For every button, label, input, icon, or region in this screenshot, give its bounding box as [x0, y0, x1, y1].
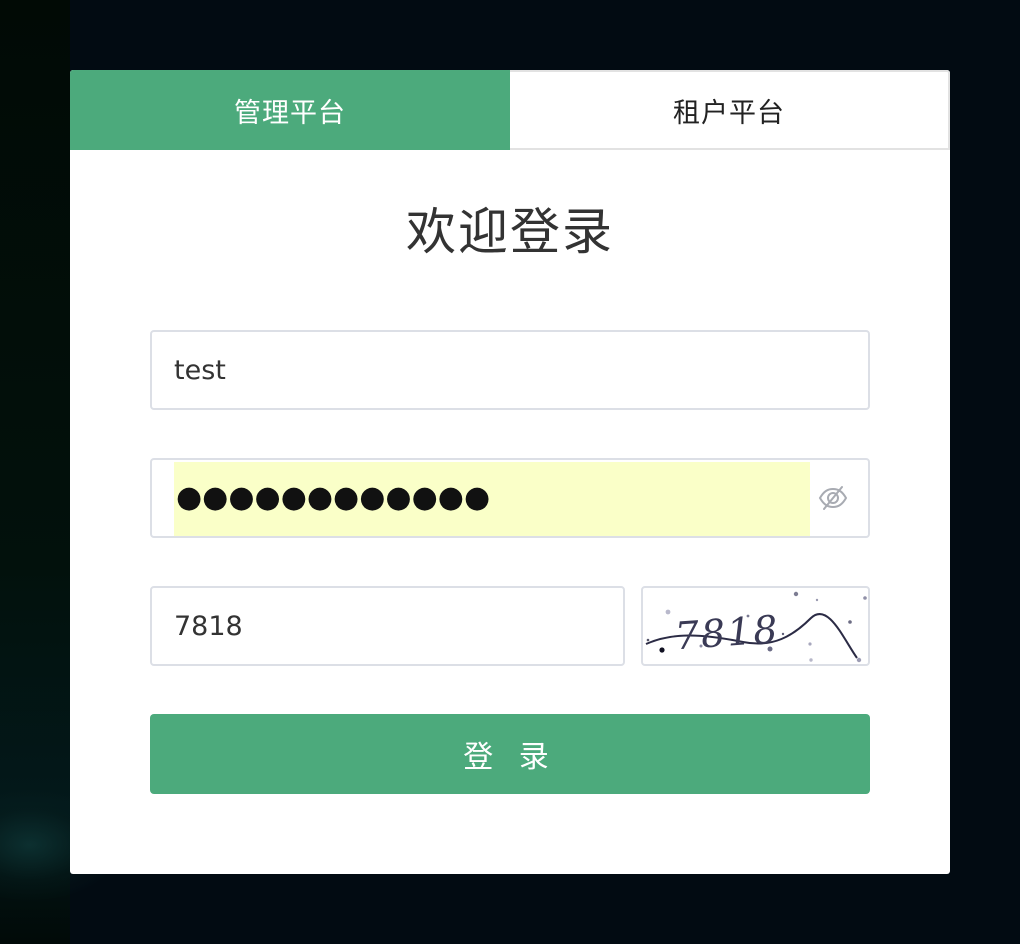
- tab-admin-platform[interactable]: 管理平台: [70, 70, 510, 150]
- captcha-image-text: 7818: [673, 607, 781, 658]
- captcha-input[interactable]: [174, 588, 604, 664]
- eye-off-icon[interactable]: [818, 484, 848, 512]
- login-card: 管理平台 租户平台 欢迎登录 ●●●●●●●●●●●●: [70, 70, 950, 874]
- platform-tabs: 管理平台 租户平台: [70, 70, 950, 150]
- password-field[interactable]: ●●●●●●●●●●●●: [150, 458, 870, 538]
- captcha-image[interactable]: 7818: [641, 586, 870, 666]
- login-button[interactable]: 登 录: [150, 714, 870, 794]
- page-title: 欢迎登录: [406, 203, 614, 261]
- username-input[interactable]: [174, 332, 844, 408]
- username-field[interactable]: [150, 330, 870, 410]
- tab-tenant-platform[interactable]: 租户平台: [510, 70, 950, 150]
- captcha-field[interactable]: [150, 586, 625, 666]
- password-input[interactable]: ●●●●●●●●●●●●: [176, 460, 490, 536]
